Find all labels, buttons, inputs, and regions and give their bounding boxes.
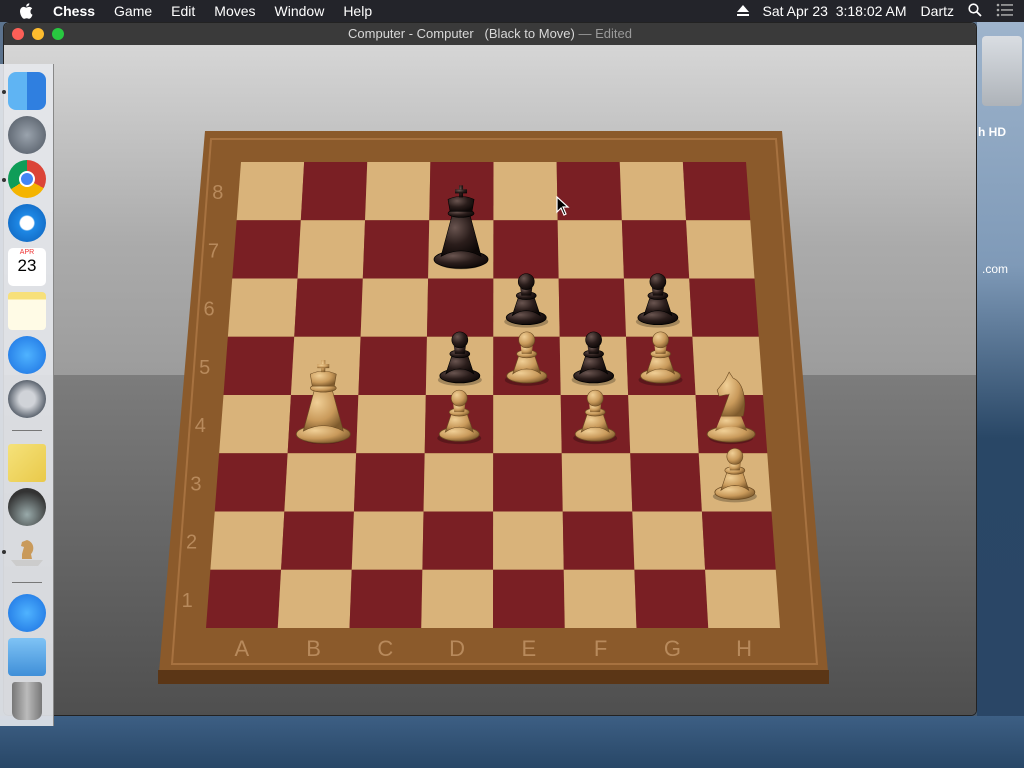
dock: APR 23 [0, 64, 54, 726]
board-square-a3[interactable] [214, 453, 288, 512]
board-square-e1[interactable] [493, 569, 565, 628]
board-square-c2[interactable] [351, 511, 424, 570]
board-square-h6[interactable] [689, 278, 759, 337]
board-square-c1[interactable] [349, 569, 423, 628]
board-square-e3[interactable] [493, 453, 563, 512]
rank-label: 6 [204, 299, 215, 321]
running-indicator [2, 550, 6, 554]
board-square-a8[interactable] [236, 162, 305, 221]
app-store-icon[interactable] [8, 336, 46, 374]
calendar-icon[interactable]: APR 23 [8, 248, 46, 286]
file-label: E [522, 636, 537, 661]
mouse-cursor-icon [556, 196, 570, 216]
board-square-h8[interactable] [682, 162, 751, 221]
grapher-icon[interactable] [8, 488, 46, 526]
system-preferences-icon[interactable] [8, 380, 46, 418]
rank-label: 7 [208, 240, 219, 262]
file-label: F [594, 636, 607, 661]
board-square-e4[interactable] [493, 395, 562, 454]
board-square-f3[interactable] [561, 453, 633, 512]
board-square-g3[interactable] [630, 453, 702, 512]
launchpad-icon[interactable] [8, 116, 46, 154]
board-square-c7[interactable] [362, 220, 430, 279]
rank-label: 8 [212, 182, 223, 204]
board-square-c5[interactable] [358, 336, 427, 395]
board-square-f6[interactable] [558, 278, 627, 337]
file-label: C [377, 636, 393, 661]
finder-icon[interactable] [8, 72, 46, 110]
board-square-g4[interactable] [628, 395, 699, 454]
board-square-b8[interactable] [300, 162, 368, 221]
board-square-d1[interactable] [421, 569, 494, 628]
board-square-a2[interactable] [210, 511, 285, 570]
rank-label: 4 [195, 415, 206, 437]
board-edge [158, 670, 829, 684]
notes-icon[interactable] [8, 292, 46, 330]
board-square-h7[interactable] [686, 220, 755, 279]
board-square-h1[interactable] [705, 569, 780, 628]
board-square-e8[interactable] [493, 162, 558, 221]
chess-icon[interactable] [8, 532, 46, 570]
board-square-e2[interactable] [493, 511, 564, 570]
dock-separator [12, 430, 42, 431]
board-square-b7[interactable] [297, 220, 366, 279]
board-square-c4[interactable] [356, 395, 426, 454]
board-square-b6[interactable] [294, 278, 363, 337]
board-square-b3[interactable] [284, 453, 357, 512]
board-square-d2[interactable] [422, 511, 494, 570]
board-square-c6[interactable] [360, 278, 429, 337]
file-label: B [306, 636, 321, 661]
rank-label: 5 [199, 357, 210, 379]
board-square-c8[interactable] [365, 162, 431, 221]
board-square-f7[interactable] [557, 220, 624, 279]
board-square-d6[interactable] [426, 278, 494, 337]
stickies-icon[interactable] [8, 444, 46, 482]
board-square-a6[interactable] [227, 278, 298, 337]
board-square-d3[interactable] [423, 453, 494, 512]
rank-label: 1 [182, 590, 193, 612]
calendar-day: 23 [17, 256, 37, 275]
board-square-f2[interactable] [562, 511, 635, 570]
board-square-e7[interactable] [493, 220, 559, 279]
board-square-a5[interactable] [223, 336, 295, 395]
board-square-c3[interactable] [353, 453, 425, 512]
board-square-b2[interactable] [281, 511, 354, 570]
chess-board[interactable]: A B C D E F G H 8 7 6 5 4 3 2 1 [0, 0, 1024, 768]
file-label: G [664, 636, 681, 661]
running-indicator [2, 90, 6, 94]
board-square-f1[interactable] [563, 569, 637, 628]
dock-separator [12, 582, 42, 583]
safari-icon[interactable] [8, 204, 46, 242]
board-square-a7[interactable] [232, 220, 301, 279]
file-label: A [235, 636, 250, 661]
app-store-icon[interactable] [8, 594, 46, 632]
file-label: H [736, 636, 752, 661]
chrome-icon[interactable] [8, 160, 46, 198]
board-square-a1[interactable] [206, 569, 282, 628]
running-indicator [2, 178, 6, 182]
downloads-folder-icon[interactable] [8, 638, 46, 676]
rank-label: 3 [190, 473, 201, 495]
board-square-h2[interactable] [701, 511, 776, 570]
file-label: D [449, 636, 465, 661]
trash-icon[interactable] [12, 682, 42, 720]
board-square-g8[interactable] [619, 162, 687, 221]
board-square-b1[interactable] [277, 569, 352, 628]
board-square-g2[interactable] [632, 511, 706, 570]
board-square-g7[interactable] [621, 220, 690, 279]
board-square-a4[interactable] [219, 395, 291, 454]
board-square-g1[interactable] [634, 569, 709, 628]
rank-label: 2 [186, 532, 197, 554]
